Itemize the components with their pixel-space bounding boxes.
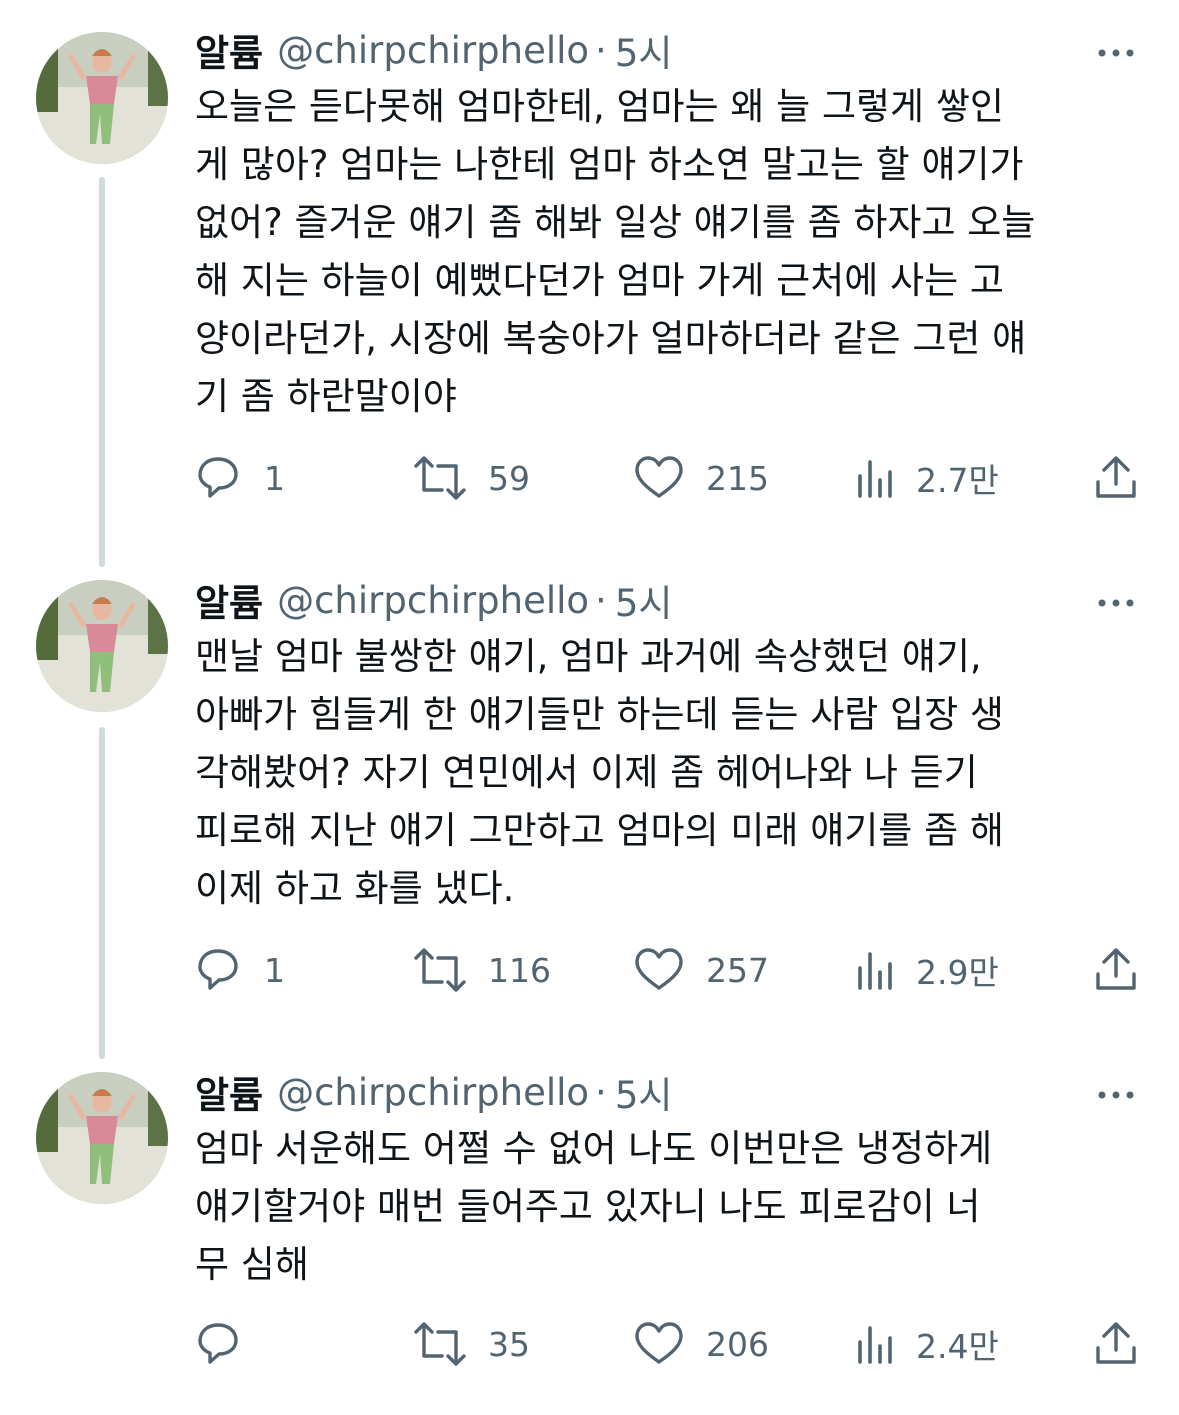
timestamp[interactable]: 5시 <box>615 573 673 627</box>
tweet-actions: 1 59 215 2.7만 <box>190 448 1150 508</box>
retweet-icon <box>410 942 470 998</box>
reply-count: 1 <box>264 458 285 498</box>
like-count: 257 <box>706 950 769 990</box>
more-icon <box>1094 26 1138 70</box>
tweet-text-line: 아빠가 힘들게 한 얘기들만 하는데 듣는 사람 입장 생 <box>195 693 1004 736</box>
tweet-text: 엄마 서운해도 어쩔 수 없어 나도 이번만은 냉정하게 얘기할거야 매번 들어… <box>195 1120 1155 1294</box>
reply-button[interactable] <box>190 1314 264 1374</box>
retweet-count: 35 <box>488 1324 530 1364</box>
more-button[interactable] <box>1094 576 1138 620</box>
views-count: 2.4만 <box>916 1327 999 1366</box>
tweet-text: 맨날 엄마 불쌍한 얘기, 엄마 과거에 속상했던 얘기, 아빠가 힘들게 한 … <box>195 628 1155 918</box>
views-button[interactable]: 2.9만 <box>850 940 999 1000</box>
like-count: 215 <box>706 458 769 498</box>
reply-icon <box>190 1316 246 1372</box>
separator-dot: · <box>595 578 607 622</box>
heart-icon <box>630 1316 688 1372</box>
heart-icon <box>630 450 688 506</box>
author-handle[interactable]: @chirpchirphello <box>277 29 589 72</box>
separator-dot: · <box>595 1070 607 1114</box>
timestamp[interactable]: 5시 <box>615 23 673 77</box>
reply-button[interactable]: 1 <box>190 940 285 1000</box>
tweet-actions: 35 206 2.4만 <box>190 1314 1150 1374</box>
retweet-button[interactable]: 116 <box>410 940 551 1000</box>
author-name[interactable]: 알륨 <box>195 23 263 77</box>
views-icon <box>850 1316 898 1372</box>
like-button[interactable]: 257 <box>630 940 769 1000</box>
tweet[interactable]: 알륨 @chirpchirphello · 5시 맨날 엄마 불쌍한 얘기, 엄… <box>0 572 1179 1059</box>
author-handle[interactable]: @chirpchirphello <box>277 1071 589 1114</box>
retweet-icon <box>410 450 470 506</box>
retweet-button[interactable]: 35 <box>410 1314 530 1374</box>
reply-icon <box>190 942 246 998</box>
views-count: 2.9만 <box>916 953 999 992</box>
share-icon <box>1090 450 1142 506</box>
retweet-count: 59 <box>488 458 530 498</box>
author-handle[interactable]: @chirpchirphello <box>277 579 589 622</box>
retweet-button[interactable]: 59 <box>410 448 530 508</box>
tweet-text-line: 해 지는 하늘이 예뻤다던가 엄마 가게 근처에 사는 고 <box>195 259 1004 302</box>
share-button[interactable] <box>1090 940 1142 1000</box>
tweet-text-line: 게 많아? 엄마는 나한테 엄마 하소연 말고는 할 얘기가 <box>195 143 1024 186</box>
like-count: 206 <box>706 1324 769 1364</box>
views-button[interactable]: 2.4만 <box>850 1314 999 1374</box>
tweet-text-line: 맨날 엄마 불쌍한 얘기, 엄마 과거에 속상했던 얘기, <box>195 635 982 678</box>
views-count: 2.7만 <box>916 461 999 500</box>
tweet-text-line: 얘기할거야 매번 들어주고 있자니 나도 피로감이 너 <box>195 1185 981 1228</box>
separator-dot: · <box>595 28 607 72</box>
avatar[interactable] <box>36 580 168 712</box>
more-button[interactable] <box>1094 26 1138 70</box>
tweet-actions: 1 116 257 2.9만 <box>190 940 1150 1000</box>
tweet[interactable]: 알륨 @chirpchirphello · 5시 오늘은 듣다못해 엄마한테, … <box>0 22 1179 567</box>
heart-icon <box>630 942 688 998</box>
tweet-text-line: 양이라던가, 시장에 복숭아가 얼마하더라 같은 그런 얘 <box>195 317 1027 360</box>
share-button[interactable] <box>1090 1314 1142 1374</box>
avatar[interactable] <box>36 1072 168 1204</box>
tweet-text-line: 피로해 지난 얘기 그만하고 엄마의 미래 얘기를 좀 해 <box>195 809 1004 852</box>
more-icon <box>1094 576 1138 620</box>
more-icon <box>1094 1068 1138 1112</box>
more-button[interactable] <box>1094 1068 1138 1112</box>
views-icon <box>850 450 898 506</box>
tweet-text-line: 무 심해 <box>195 1243 309 1286</box>
author-name[interactable]: 알륨 <box>195 573 263 627</box>
like-button[interactable]: 206 <box>630 1314 769 1374</box>
thread-line <box>99 727 105 1059</box>
retweet-count: 116 <box>488 950 551 990</box>
tweet[interactable]: 알륨 @chirpchirphello · 5시 엄마 서운해도 어쩔 수 없어… <box>0 1064 1179 1404</box>
tweet-text-line: 오늘은 듣다못해 엄마한테, 엄마는 왜 늘 그렇게 쌓인 <box>195 85 1004 128</box>
like-button[interactable]: 215 <box>630 448 769 508</box>
views-button[interactable]: 2.7만 <box>850 448 999 508</box>
share-icon <box>1090 1316 1142 1372</box>
author-name[interactable]: 알륨 <box>195 1065 263 1119</box>
timestamp[interactable]: 5시 <box>615 1065 673 1119</box>
tweet-text-line: 기 좀 하란말이야 <box>195 375 457 418</box>
tweet-header: 알륨 @chirpchirphello · 5시 <box>195 22 672 78</box>
reply-button[interactable]: 1 <box>190 448 285 508</box>
share-icon <box>1090 942 1142 998</box>
views-icon <box>850 942 898 998</box>
tweet-text-line: 없어? 즐거운 얘기 좀 해봐 일상 얘기를 좀 하자고 오늘 <box>195 201 1036 244</box>
tweet-text-line: 엄마 서운해도 어쩔 수 없어 나도 이번만은 냉정하게 <box>195 1127 993 1170</box>
reply-count: 1 <box>264 950 285 990</box>
avatar[interactable] <box>36 32 168 164</box>
retweet-icon <box>410 1316 470 1372</box>
tweet-text-line: 이제 하고 화를 냈다. <box>195 867 515 910</box>
tweet-text-line: 각해봤어? 자기 연민에서 이제 좀 헤어나와 나 듣기 <box>195 751 978 794</box>
thread-line <box>99 177 105 567</box>
tweet-header: 알륨 @chirpchirphello · 5시 <box>195 1064 672 1120</box>
tweet-text: 오늘은 듣다못해 엄마한테, 엄마는 왜 늘 그렇게 쌓인 게 많아? 엄마는 … <box>195 78 1155 426</box>
share-button[interactable] <box>1090 448 1142 508</box>
tweet-header: 알륨 @chirpchirphello · 5시 <box>195 572 672 628</box>
reply-icon <box>190 450 246 506</box>
